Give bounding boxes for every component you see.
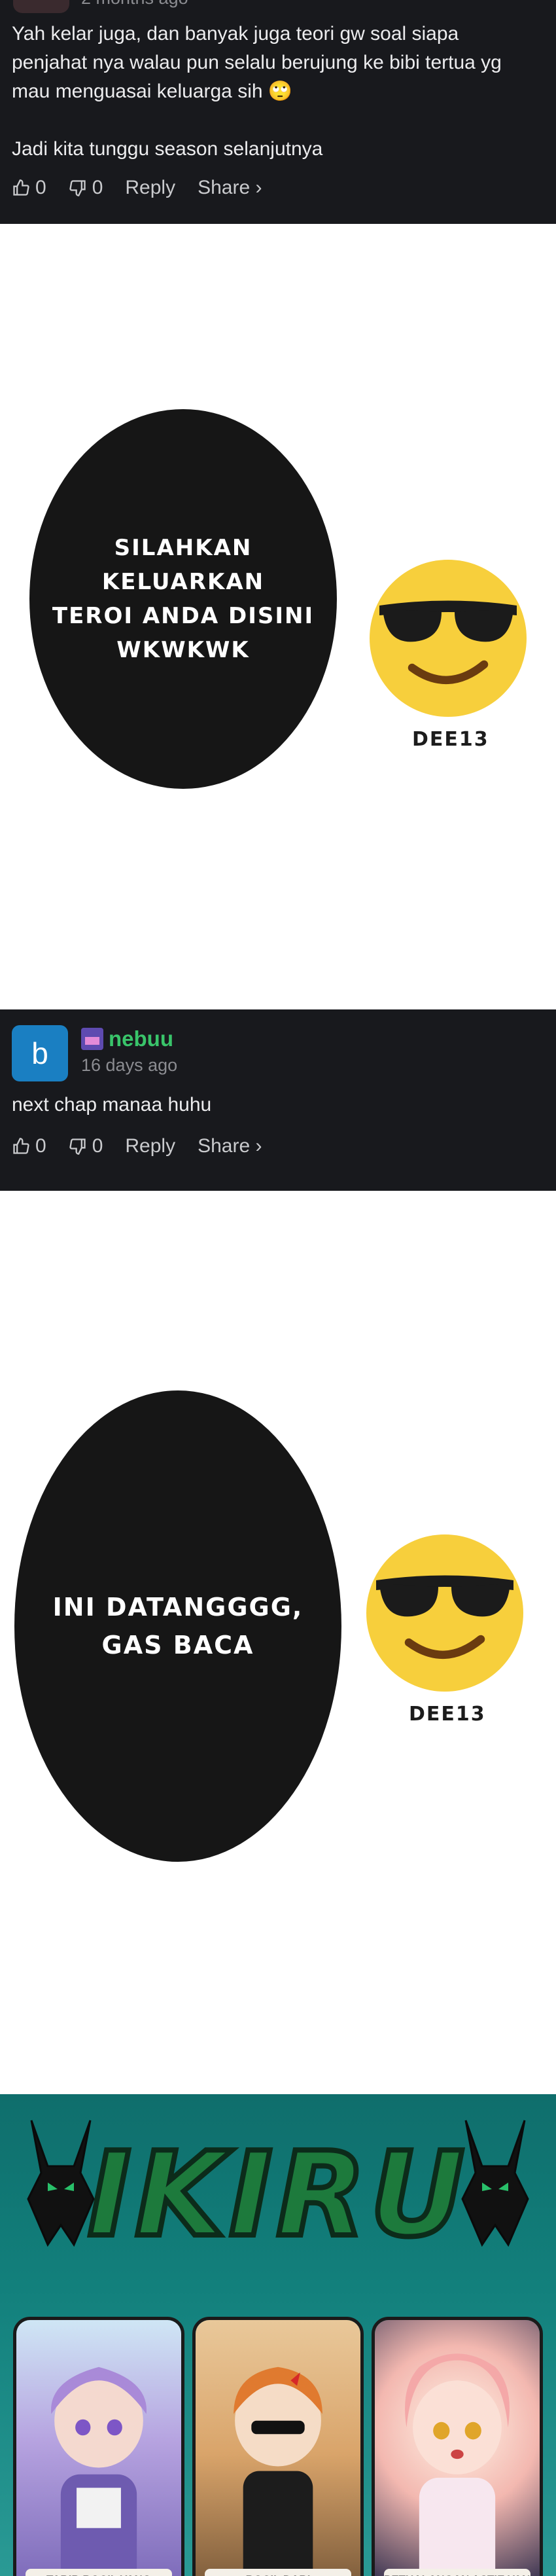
- ikiru-banner[interactable]: IKIRU TABIB BOCIL YANG: [0, 2094, 556, 2576]
- user-badge-icon: [81, 1028, 103, 1050]
- share-button[interactable]: Share ›: [198, 1135, 262, 1157]
- featured-card[interactable]: BOCIL DARI: [192, 2317, 364, 2576]
- thumbs-down-icon: [69, 1138, 86, 1155]
- reply-label: Reply: [125, 1135, 176, 1157]
- bubble-text: SILAHKAN KELUARKAN: [101, 535, 265, 595]
- featured-card[interactable]: PETUALANGAN ASTIE YANG: [372, 2317, 543, 2576]
- meme-author: DEE13: [412, 728, 489, 751]
- avatar[interactable]: [13, 0, 69, 13]
- username[interactable]: nebuu: [109, 1026, 173, 1051]
- card-artwork: [16, 2320, 181, 2576]
- share-label: Share ›: [198, 177, 262, 198]
- bubble-text: WKWKWK: [116, 637, 250, 663]
- card-title: PETUALANGAN ASTIE YANG: [384, 2569, 530, 2576]
- meme-image-1: SILAHKAN KELUARKAN TEROI ANDA DISINI WKW…: [0, 224, 556, 1009]
- bubble-text: TEROI ANDA DISINI: [52, 603, 315, 629]
- avatar[interactable]: b: [12, 1025, 68, 1081]
- comment-time: 2 months ago: [81, 0, 188, 9]
- sunglasses-emoji-icon: [370, 560, 527, 717]
- thumbs-up-icon: [13, 1138, 29, 1154]
- brand-logo: IKIRU: [85, 2124, 468, 2265]
- comment-actions: 0 0 Reply Share ›: [12, 1135, 284, 1157]
- reply-button[interactable]: Reply: [125, 1135, 175, 1157]
- thumbs-up-icon: [13, 179, 29, 196]
- comment-time: 16 days ago: [81, 1055, 178, 1075]
- dislike-count: 0: [92, 177, 103, 198]
- comment-text-line: Yah kelar juga, dan banyak juga teori gw…: [12, 23, 459, 45]
- like-button[interactable]: 0: [12, 1135, 46, 1157]
- comment-2: b nebuu 16 days ago next chap manaa huhu…: [0, 1009, 556, 1191]
- share-label: Share ›: [198, 1135, 262, 1157]
- comment-body: next chap manaa huhu: [12, 1094, 212, 1116]
- meme-author: DEE13: [409, 1703, 486, 1726]
- like-button[interactable]: 0: [12, 177, 46, 199]
- bubble-text: INI DATANGGGG,: [52, 1593, 304, 1622]
- dislike-count: 0: [92, 1135, 103, 1157]
- comment-actions: 0 0 Reply Share ›: [12, 177, 284, 199]
- comment-text-line: mau menguasai keluarga sih 🙄: [12, 81, 293, 102]
- featured-card[interactable]: TABIB BOCIL YANG: [13, 2317, 184, 2576]
- thumbs-down-icon: [69, 180, 86, 196]
- speech-bubble: INI DATANGGGG, GAS BACA: [14, 1390, 341, 1862]
- comment-text-line: Jadi kita tunggu season selanjutnya: [12, 138, 323, 160]
- card-artwork: [196, 2320, 360, 2576]
- meme-image-2: INI DATANGGGG, GAS BACA DEE13: [0, 1191, 556, 2094]
- like-count: 0: [35, 1135, 46, 1157]
- bubble-text: GAS BACA: [101, 1631, 254, 1660]
- share-button[interactable]: Share ›: [198, 177, 262, 199]
- speech-bubble: SILAHKAN KELUARKAN TEROI ANDA DISINI WKW…: [29, 409, 337, 789]
- avatar-letter: b: [31, 1036, 48, 1070]
- comment-header: nebuu: [81, 1026, 173, 1051]
- featured-cards: TABIB BOCIL YANG BOCIL DARI: [13, 2317, 543, 2576]
- dislike-button[interactable]: 0: [69, 177, 103, 199]
- card-title: TABIB BOCIL YANG: [26, 2569, 172, 2576]
- sunglasses-emoji-icon: [366, 1534, 523, 1692]
- comment-text-line: penjahat nya walau pun selalu berujung k…: [12, 52, 502, 73]
- comment-body: Yah kelar juga, dan banyak juga teori gw…: [12, 20, 502, 164]
- comment-1: 2 months ago Yah kelar juga, dan banyak …: [0, 0, 556, 224]
- reply-label: Reply: [125, 177, 176, 198]
- dislike-button[interactable]: 0: [69, 1135, 103, 1157]
- reply-button[interactable]: Reply: [125, 177, 175, 199]
- card-title: BOCIL DARI: [205, 2569, 351, 2576]
- like-count: 0: [35, 177, 46, 198]
- card-artwork: [375, 2320, 540, 2576]
